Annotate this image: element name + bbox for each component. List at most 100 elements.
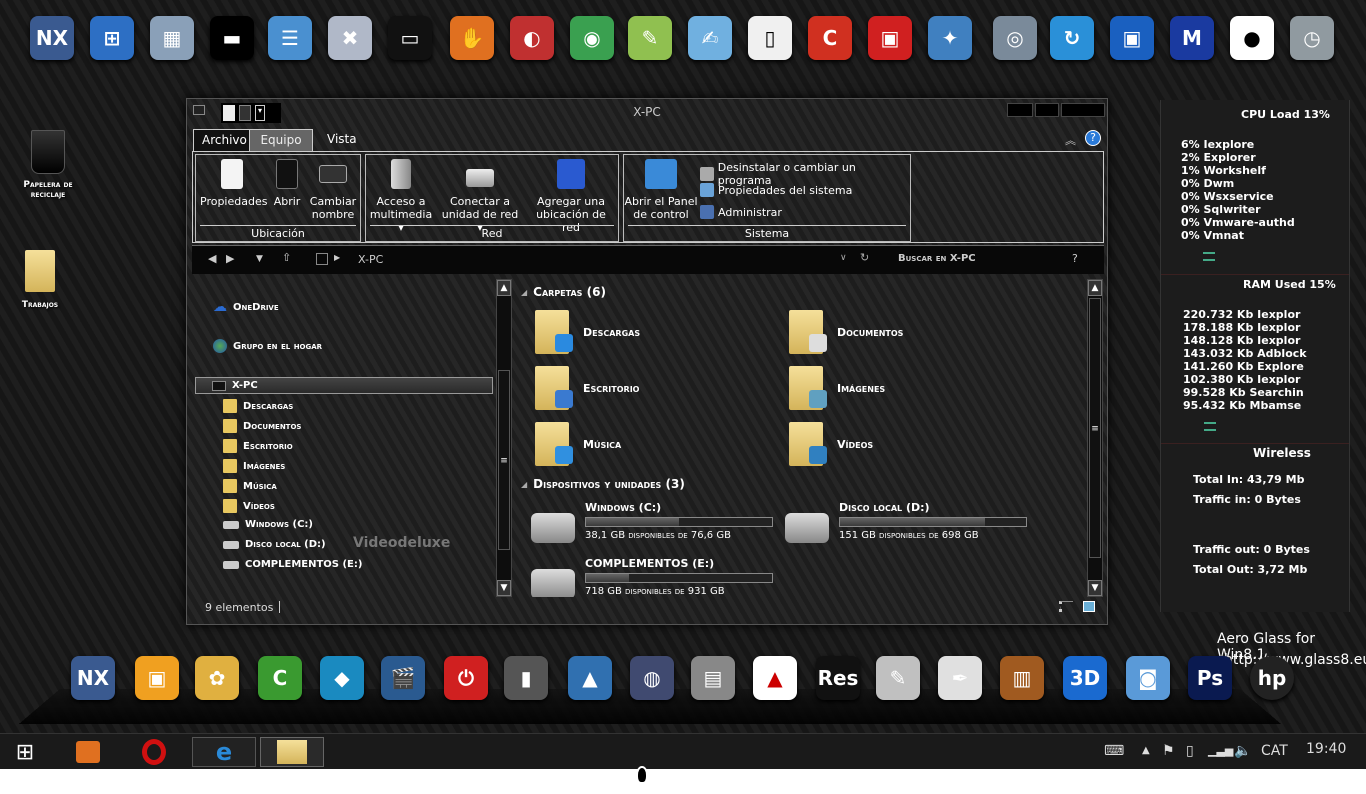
new-folder-quick-icon[interactable] (239, 105, 251, 121)
nav-item[interactable]: Descargas (223, 399, 293, 413)
winrar-icon[interactable]: ▥ (1000, 656, 1044, 700)
taskbar-file-explorer[interactable] (260, 737, 324, 767)
taskbar-opera[interactable] (124, 737, 184, 767)
add-network-location-button[interactable]: Agregar una ubicación de red (526, 159, 616, 234)
manage-button[interactable]: Administrar (700, 205, 782, 219)
start-button[interactable]: ⊞ (0, 737, 50, 767)
scroll-down-button[interactable]: ▼ (1088, 580, 1102, 596)
address-help-icon[interactable]: ? (1072, 252, 1078, 265)
folder-item[interactable]: Música (535, 419, 789, 469)
folder-item[interactable]: Escritorio (535, 363, 789, 413)
sync-icon[interactable]: ↻ (1050, 16, 1094, 60)
cpu-menu-icon[interactable] (1203, 252, 1215, 261)
hp-icon[interactable]: hp (1250, 656, 1294, 700)
notepad-icon[interactable]: ✍ (688, 16, 732, 60)
rename-button[interactable]: Cambiar nombre (308, 159, 358, 221)
device-manager-icon[interactable]: ▤ (691, 656, 735, 700)
devices-section-header[interactable]: ◢ Dispositivos y unidades (3) (521, 477, 685, 491)
content-scrollbar[interactable]: ▲ ≡ ▼ (1087, 279, 1103, 597)
notes-icon[interactable]: ✎ (876, 656, 920, 700)
photoshop-icon[interactable]: Ps (1188, 656, 1232, 700)
desktop-icon-recycle-bin[interactable]: Papelera de reciclaje (8, 130, 88, 200)
scroll-thumb[interactable]: ≡ (498, 370, 510, 550)
signal-strength-icon[interactable]: ▁▃▅ (1208, 734, 1233, 770)
details-view-icon[interactable] (1059, 601, 1073, 612)
uninstall-icon[interactable]: ✖ (328, 16, 372, 60)
video-editor-icon[interactable]: 🎬 (381, 656, 425, 700)
desktop-icon-trabajos[interactable]: Trabajos (0, 250, 80, 310)
malwarebytes-icon[interactable]: M (1170, 16, 1214, 60)
breadcrumb-x-pc[interactable]: X-PC (358, 253, 383, 266)
media-access-button[interactable]: Acceso a multimedia ▾ (368, 159, 434, 234)
scroll-down-button[interactable]: ▼ (497, 580, 511, 596)
folder-item[interactable]: Vídeos (789, 419, 1043, 469)
folder-item[interactable]: Imágenes (789, 363, 1043, 413)
ccleaner-icon[interactable]: C (808, 16, 852, 60)
performance-monitor-icon[interactable]: ▦ (150, 16, 194, 60)
system-menu-icon[interactable] (193, 105, 205, 115)
cmd-icon[interactable]: ▬ (210, 16, 254, 60)
resource-hacker-icon[interactable]: Res (816, 656, 860, 700)
clock-monitor-icon[interactable]: ◷ (1290, 16, 1334, 60)
volume-icon[interactable]: 🔈 (1234, 734, 1251, 770)
nav-x-pc[interactable]: X-PC (195, 377, 493, 394)
nav-item[interactable]: Imágenes (223, 459, 285, 473)
taskbar-internet-explorer[interactable]: e (192, 737, 256, 767)
taskbar-media-player[interactable] (58, 737, 118, 767)
nexus-icon[interactable]: NX (30, 16, 74, 60)
battery-icon[interactable]: ▯ (1186, 734, 1194, 770)
panda-icon[interactable]: ● (1230, 16, 1274, 60)
power-icon[interactable]: ⏻ (444, 656, 488, 700)
camtasia-icon[interactable]: C (258, 656, 302, 700)
mouse-icon[interactable]: ◐ (510, 16, 554, 60)
drive-item[interactable]: COMPLEMENTOS (E:) 718 GB disponibles de 9… (531, 557, 773, 597)
tab-equipo[interactable]: Equipo (249, 129, 313, 151)
usb-drive-icon[interactable]: ▮ (504, 656, 548, 700)
nav-item[interactable]: COMPLEMENTOS (E:) (223, 559, 362, 570)
tab-archivo[interactable]: Archivo (193, 129, 256, 151)
paw-icon[interactable]: ✋ (450, 16, 494, 60)
collapse-ribbon-icon[interactable]: ︽ (1065, 132, 1076, 148)
map-network-drive-button[interactable]: Conectar a unidad de red ▾ (438, 159, 522, 234)
action-center-flag-icon[interactable]: ⚑ (1162, 734, 1175, 770)
folder-item[interactable]: Documentos (789, 307, 1043, 357)
language-indicator[interactable]: CAT (1261, 734, 1288, 770)
nav-homegroup[interactable]: Grupo en el hogar (213, 339, 322, 353)
laptop-icon[interactable]: ▭ (388, 16, 432, 60)
back-button[interactable]: ◀ (208, 252, 216, 265)
ram-menu-icon[interactable] (1204, 422, 1216, 431)
blank-document-icon[interactable]: ▯ (748, 16, 792, 60)
notepad-plus-icon[interactable]: ✎ (628, 16, 672, 60)
large-icons-view-icon[interactable] (1083, 601, 1095, 612)
kodi-icon[interactable]: ◆ (320, 656, 364, 700)
up-button[interactable]: ⇧ (282, 251, 291, 264)
nav-item[interactable]: Disco local (D:) (223, 539, 326, 550)
scroll-up-button[interactable]: ▲ (1088, 280, 1102, 296)
properties-button[interactable]: Propiedades (200, 159, 267, 208)
open-control-panel-button[interactable]: Abrir el Panel de control (624, 159, 698, 221)
touch-keyboard-icon[interactable]: ⌨ (1104, 734, 1124, 770)
properties-quick-icon[interactable] (223, 105, 235, 121)
red-box-icon[interactable]: ▣ (868, 16, 912, 60)
customize-toolbar-dropdown[interactable]: ▾ (255, 105, 265, 121)
minimize-button[interactable] (1007, 103, 1033, 117)
scroll-thumb[interactable]: ≡ (1089, 298, 1101, 558)
nexus-icon[interactable]: NX (71, 656, 115, 700)
address-dropdown-icon[interactable]: ∨ (840, 253, 847, 263)
windows-logo-icon[interactable]: ⊞ (90, 16, 134, 60)
help-icon[interactable]: ? (1085, 130, 1101, 146)
aimp-icon[interactable]: ▲ (568, 656, 612, 700)
nav-item[interactable]: Windows (C:) (223, 519, 313, 530)
nav-item[interactable]: Escritorio (223, 439, 293, 453)
scroll-up-button[interactable]: ▲ (497, 280, 511, 296)
show-hidden-icons[interactable]: ▲ (1142, 734, 1150, 770)
globe-icon[interactable]: ◍ (630, 656, 674, 700)
folder-item[interactable]: Descargas (535, 307, 789, 357)
wizard-icon[interactable]: ✦ (928, 16, 972, 60)
maximize-button[interactable] (1035, 103, 1059, 117)
nav-item[interactable]: Música (223, 479, 277, 493)
close-button[interactable] (1061, 103, 1105, 117)
recent-locations-dropdown[interactable]: ▼ (256, 254, 263, 264)
chrome-icon[interactable]: ◉ (570, 16, 614, 60)
search-input[interactable]: Buscar en X-PC (898, 253, 1078, 264)
